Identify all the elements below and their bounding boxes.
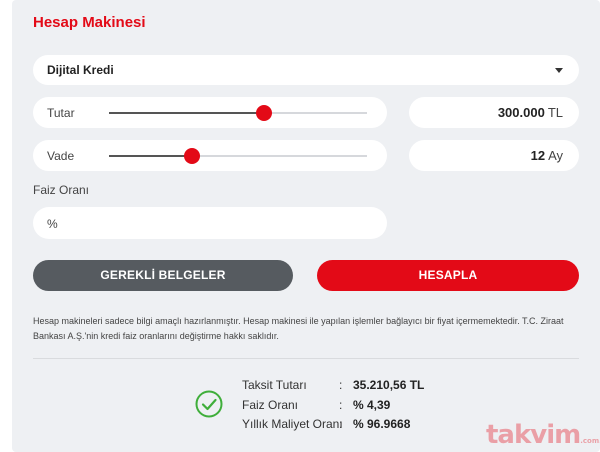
amount-input[interactable]: 300.000 TL: [409, 97, 579, 128]
rate-placeholder: %: [47, 217, 58, 231]
term-label: Vade: [47, 149, 75, 163]
term-slider-track[interactable]: [109, 148, 367, 164]
chevron-down-icon: [555, 68, 563, 73]
watermark-logo: takvim.com.tr: [486, 420, 600, 450]
result-label-annual-cost: Yıllık Maliyet Oranı: [242, 417, 343, 431]
disclaimer-text: Hesap makineleri sadece bilgi amaçlı haz…: [33, 316, 564, 341]
loan-type-value: Dijital Kredi: [47, 63, 114, 77]
result-label-installment: Taksit Tutarı: [242, 378, 307, 392]
term-slider-thumb[interactable]: [183, 148, 200, 164]
rate-input[interactable]: %: [33, 207, 387, 239]
check-circle-icon: [195, 390, 223, 418]
rate-label: Faiz Oranı: [33, 183, 90, 197]
amount-slider-track[interactable]: [109, 105, 367, 121]
result-colon: :: [339, 398, 343, 412]
result-value-installment: 35.210,56 TL: [353, 378, 425, 392]
amount-slider-fill: [109, 112, 264, 114]
amount-unit: TL: [547, 105, 563, 120]
watermark-suffix: .com.tr: [580, 437, 600, 445]
amount-slider-field: Tutar: [33, 97, 387, 128]
calculate-button[interactable]: HESAPLA: [317, 260, 579, 291]
term-input[interactable]: 12 Ay: [409, 140, 579, 171]
result-colon: :: [339, 417, 343, 431]
amount-slider-thumb[interactable]: [255, 105, 272, 121]
calculator-panel: Hesap Makinesi Dijital Kredi Tutar 300.0…: [12, 0, 600, 452]
amount-value: 300.000: [497, 105, 545, 120]
page-title: Hesap Makinesi: [33, 14, 146, 31]
loan-type-select[interactable]: Dijital Kredi: [33, 55, 579, 85]
result-value-rate: % 4,39: [353, 398, 391, 412]
divider: [33, 358, 579, 359]
term-unit: Ay: [548, 148, 563, 163]
result-label-rate: Faiz Oranı: [242, 398, 299, 412]
watermark-text: takvim: [486, 420, 581, 450]
result-colon: :: [339, 378, 343, 392]
term-slider-fill: [109, 155, 192, 157]
term-value: 12: [530, 148, 546, 163]
required-documents-button[interactable]: GEREKLİ BELGELER: [33, 260, 293, 291]
result-value-annual-cost: % 96.9668: [353, 417, 411, 431]
term-slider-field: Vade: [33, 140, 387, 171]
amount-label: Tutar: [47, 106, 75, 120]
